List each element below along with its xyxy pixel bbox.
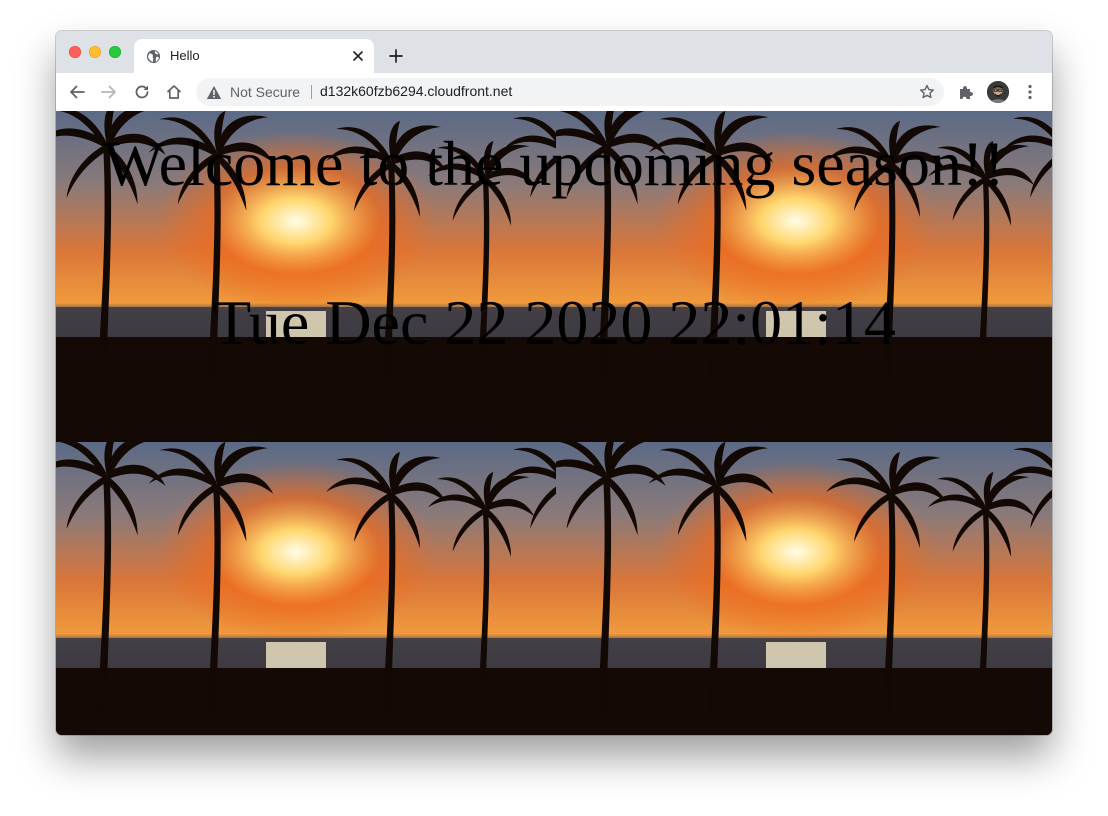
window-minimize-button[interactable] xyxy=(89,46,101,58)
bookmark-star-icon[interactable] xyxy=(918,83,936,101)
home-icon xyxy=(167,85,181,99)
url-text[interactable]: d132k60fzb6294.cloudfront.net xyxy=(320,83,512,99)
more-vertical-icon xyxy=(1028,84,1032,100)
menu-button[interactable] xyxy=(1018,80,1042,104)
back-button[interactable] xyxy=(65,80,89,104)
address-bar[interactable]: Not Secure d132k60fzb6294.cloudfront.net xyxy=(196,78,944,106)
arrow-left-icon xyxy=(70,85,85,99)
puzzle-piece-icon xyxy=(960,86,973,99)
new-tab-button[interactable] xyxy=(386,46,406,66)
home-button[interactable] xyxy=(162,80,186,104)
welcome-heading: Welcome to the upcoming season!! xyxy=(103,128,1005,199)
forward-button[interactable] xyxy=(97,80,121,104)
not-secure-label: Not Secure xyxy=(230,84,301,100)
window-maximize-button[interactable] xyxy=(109,46,121,58)
tab-hello[interactable]: Hello xyxy=(134,39,374,73)
browser-toolbar: Not Secure d132k60fzb6294.cloudfront.net xyxy=(56,73,1052,112)
sunset-background-image xyxy=(56,442,556,735)
window-close-button[interactable] xyxy=(69,46,81,58)
page-content: Welcome to the upcoming season!! Tue Dec… xyxy=(56,111,1052,735)
security-indicator[interactable]: Not Secure xyxy=(206,78,300,106)
current-datetime: Tue Dec 22 2020 22:01:14 xyxy=(212,287,896,358)
browser-window: Hello Not Secure d132k60fzb6294.cloudfro… xyxy=(56,31,1052,735)
globe-icon xyxy=(146,49,161,64)
tab-strip: Hello xyxy=(56,31,1052,73)
profile-avatar[interactable] xyxy=(987,81,1009,103)
sunset-background-image xyxy=(556,442,1052,735)
close-tab-icon[interactable] xyxy=(350,48,366,64)
warning-icon xyxy=(206,85,222,99)
extensions-button[interactable] xyxy=(954,80,978,104)
reload-icon xyxy=(135,85,149,99)
tab-title: Hello xyxy=(170,48,200,63)
plus-icon xyxy=(389,49,403,63)
reload-button[interactable] xyxy=(130,80,154,104)
address-divider xyxy=(311,85,312,99)
arrow-right-icon xyxy=(101,85,116,99)
